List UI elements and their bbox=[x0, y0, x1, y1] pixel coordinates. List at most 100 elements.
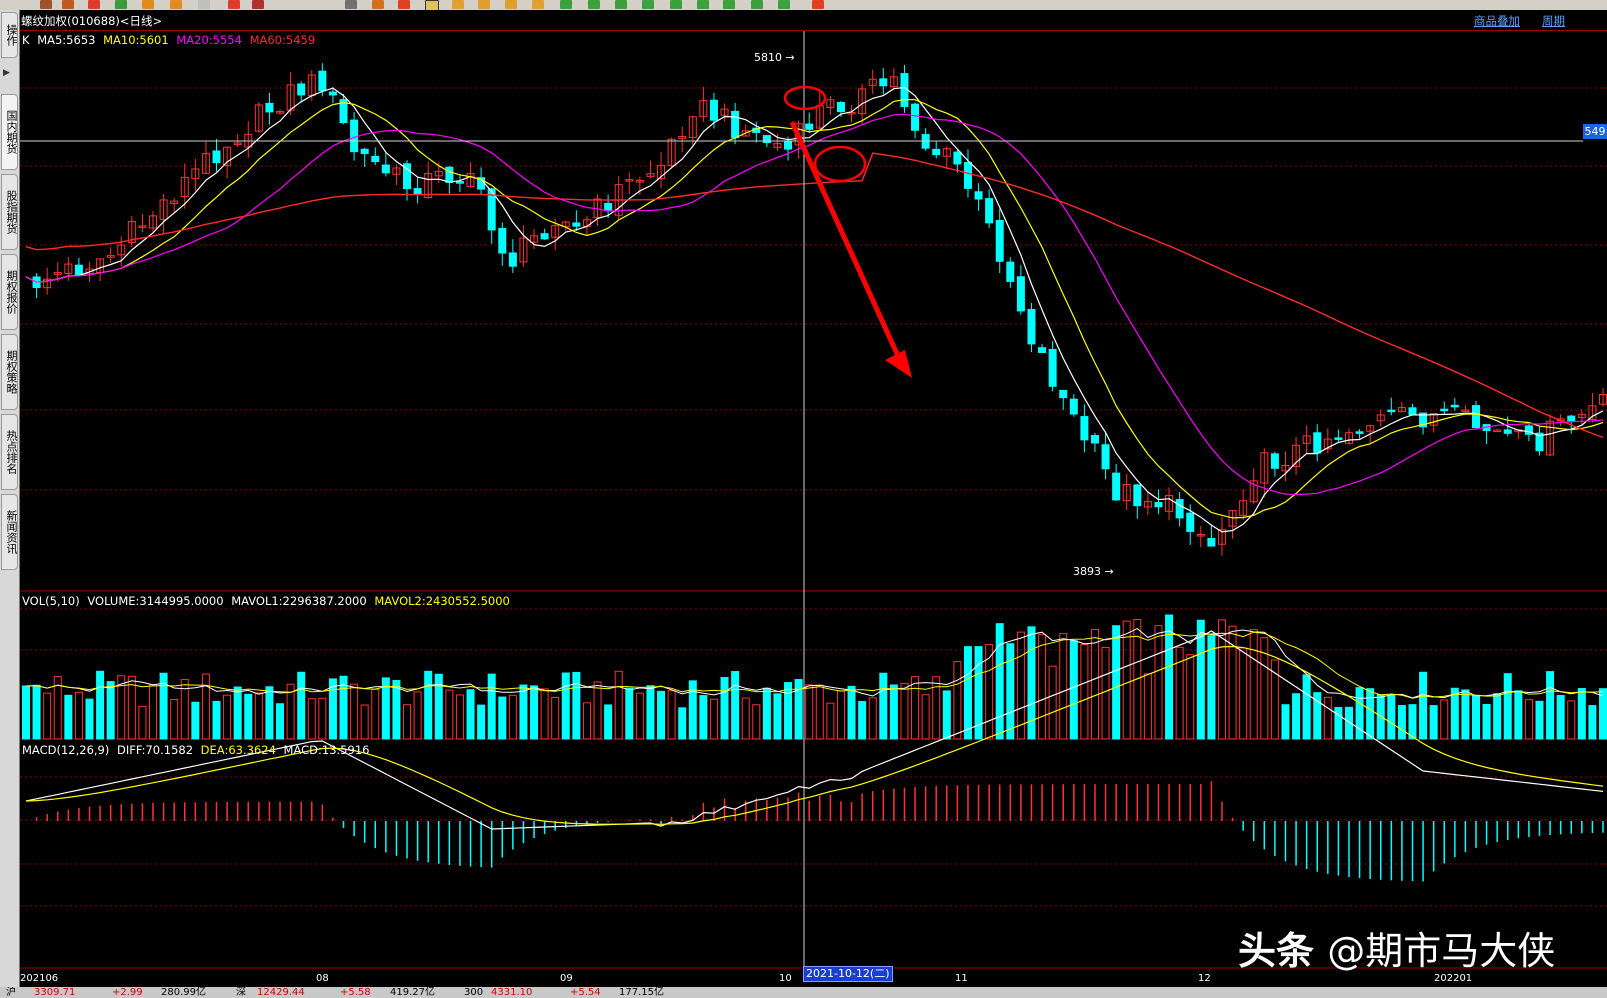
sz-change: +5.58 bbox=[340, 987, 371, 998]
candle-body bbox=[1038, 347, 1047, 354]
volume-bar bbox=[995, 623, 1004, 740]
volume-bar bbox=[879, 672, 888, 740]
candle-body bbox=[932, 148, 941, 156]
candle-body bbox=[879, 78, 888, 87]
volume-bar bbox=[604, 704, 613, 740]
sh-change: +2.99 bbox=[112, 987, 143, 998]
candle-body bbox=[328, 91, 337, 96]
volume-bar bbox=[1302, 674, 1311, 740]
volume-bar bbox=[1567, 700, 1576, 740]
x-axis-label: 202106 bbox=[20, 973, 58, 984]
candle-body bbox=[350, 119, 359, 153]
candle-body bbox=[1175, 499, 1184, 519]
macd-legend: MACD(12,26,9) DIFF:70.1582 DEA:63.3624 M… bbox=[22, 743, 373, 757]
volume-bar bbox=[1482, 703, 1491, 740]
vol-legend-mavol2: MAVOL2:2430552.5000 bbox=[374, 594, 510, 608]
volume-bar bbox=[360, 704, 369, 740]
volume-bar bbox=[551, 696, 560, 740]
candle-body bbox=[1048, 348, 1057, 387]
volume-bar bbox=[911, 676, 920, 740]
volume-bar bbox=[921, 694, 930, 740]
volume-bar bbox=[244, 693, 253, 740]
volume-bar bbox=[1239, 647, 1248, 740]
main-legend: K MA5:5653 MA10:5601 MA20:5554 MA60:5459 bbox=[22, 33, 319, 47]
annotation-arrow-shaft bbox=[789, 120, 901, 358]
volume-bar bbox=[1292, 693, 1301, 740]
watermark: 头条 @期市马大侠 bbox=[1238, 920, 1555, 975]
volume-bar bbox=[900, 682, 909, 740]
volume-bar bbox=[201, 673, 210, 740]
volume-bar bbox=[836, 690, 845, 740]
volume-bar bbox=[826, 702, 835, 740]
candle-body bbox=[297, 83, 306, 96]
candle-body bbox=[381, 164, 390, 174]
volume-bar bbox=[1493, 693, 1502, 740]
volume-bar bbox=[1165, 614, 1174, 740]
sz-index: 12429.44 bbox=[257, 987, 305, 998]
watermark-account: @期市马大侠 bbox=[1327, 929, 1556, 973]
candle-body bbox=[455, 181, 464, 184]
volume-bar bbox=[657, 690, 666, 740]
volume-bar bbox=[1366, 688, 1375, 740]
volume-bar bbox=[64, 694, 73, 740]
candle-body bbox=[445, 166, 454, 183]
candle-body bbox=[74, 264, 83, 276]
volume-bar bbox=[477, 704, 486, 740]
candle-body bbox=[604, 202, 613, 212]
candle-body bbox=[572, 222, 581, 227]
candle-body bbox=[1471, 405, 1480, 428]
volume-bar bbox=[191, 701, 200, 740]
candle-body bbox=[805, 123, 814, 130]
volume-bar bbox=[498, 696, 507, 740]
candle-body bbox=[995, 220, 1004, 262]
candle-body bbox=[1387, 409, 1396, 413]
volume-bar bbox=[32, 684, 41, 740]
sz-label: 深 bbox=[236, 987, 246, 998]
vol-legend-name: VOL(5,10) bbox=[22, 594, 80, 608]
volume-bar bbox=[519, 684, 528, 740]
candle-body bbox=[784, 140, 793, 150]
volume-bar bbox=[1599, 688, 1607, 740]
candle-body bbox=[1567, 415, 1576, 422]
volume-bar bbox=[403, 704, 412, 740]
crosshair-price-tag: 549 bbox=[1583, 124, 1607, 139]
volume-bar bbox=[572, 671, 581, 740]
kline-chart[interactable]: 202106 08 09 10 11 12 202201 bbox=[0, 0, 1607, 987]
vol-legend: VOL(5,10) VOLUME:3144995.0000 MAVOL1:229… bbox=[22, 594, 514, 608]
volume-bar bbox=[223, 694, 232, 740]
candle-body bbox=[212, 150, 221, 164]
hs300-label: 300 bbox=[464, 987, 484, 998]
volume-bar bbox=[85, 698, 94, 740]
volume-bar bbox=[1387, 694, 1396, 740]
candle-body bbox=[360, 148, 369, 155]
volume-bar bbox=[540, 688, 549, 740]
volume-bar bbox=[932, 676, 941, 740]
candle-body bbox=[498, 227, 507, 254]
volume-bar bbox=[752, 704, 761, 740]
volume-bar bbox=[1577, 688, 1586, 740]
candle-body bbox=[1334, 437, 1343, 440]
volume-bar bbox=[1101, 646, 1110, 740]
candle-body bbox=[1355, 431, 1364, 434]
volume-bar bbox=[963, 646, 972, 740]
volume-bar bbox=[508, 694, 517, 740]
volume-bar bbox=[1440, 699, 1449, 740]
legend-ma20: MA20:5554 bbox=[176, 33, 242, 47]
volume-bar bbox=[276, 703, 285, 740]
candle-body bbox=[1408, 407, 1417, 415]
volume-bar bbox=[371, 688, 380, 740]
sh-index: 3309.71 bbox=[34, 987, 76, 998]
volume-bar bbox=[455, 694, 464, 740]
ma60-line bbox=[25, 152, 1604, 439]
volume-bar bbox=[699, 695, 708, 740]
candle-body bbox=[1059, 389, 1068, 399]
volume-bar bbox=[1006, 643, 1015, 740]
volume-bar bbox=[942, 690, 951, 740]
vol-legend-volume: VOLUME:3144995.0000 bbox=[87, 594, 224, 608]
volume-bar bbox=[1207, 635, 1216, 740]
candle-body bbox=[1006, 261, 1015, 282]
volume-bar bbox=[1080, 644, 1089, 740]
volume-bar bbox=[413, 691, 422, 740]
volume-bar bbox=[265, 686, 274, 740]
candle-body bbox=[1503, 429, 1512, 434]
